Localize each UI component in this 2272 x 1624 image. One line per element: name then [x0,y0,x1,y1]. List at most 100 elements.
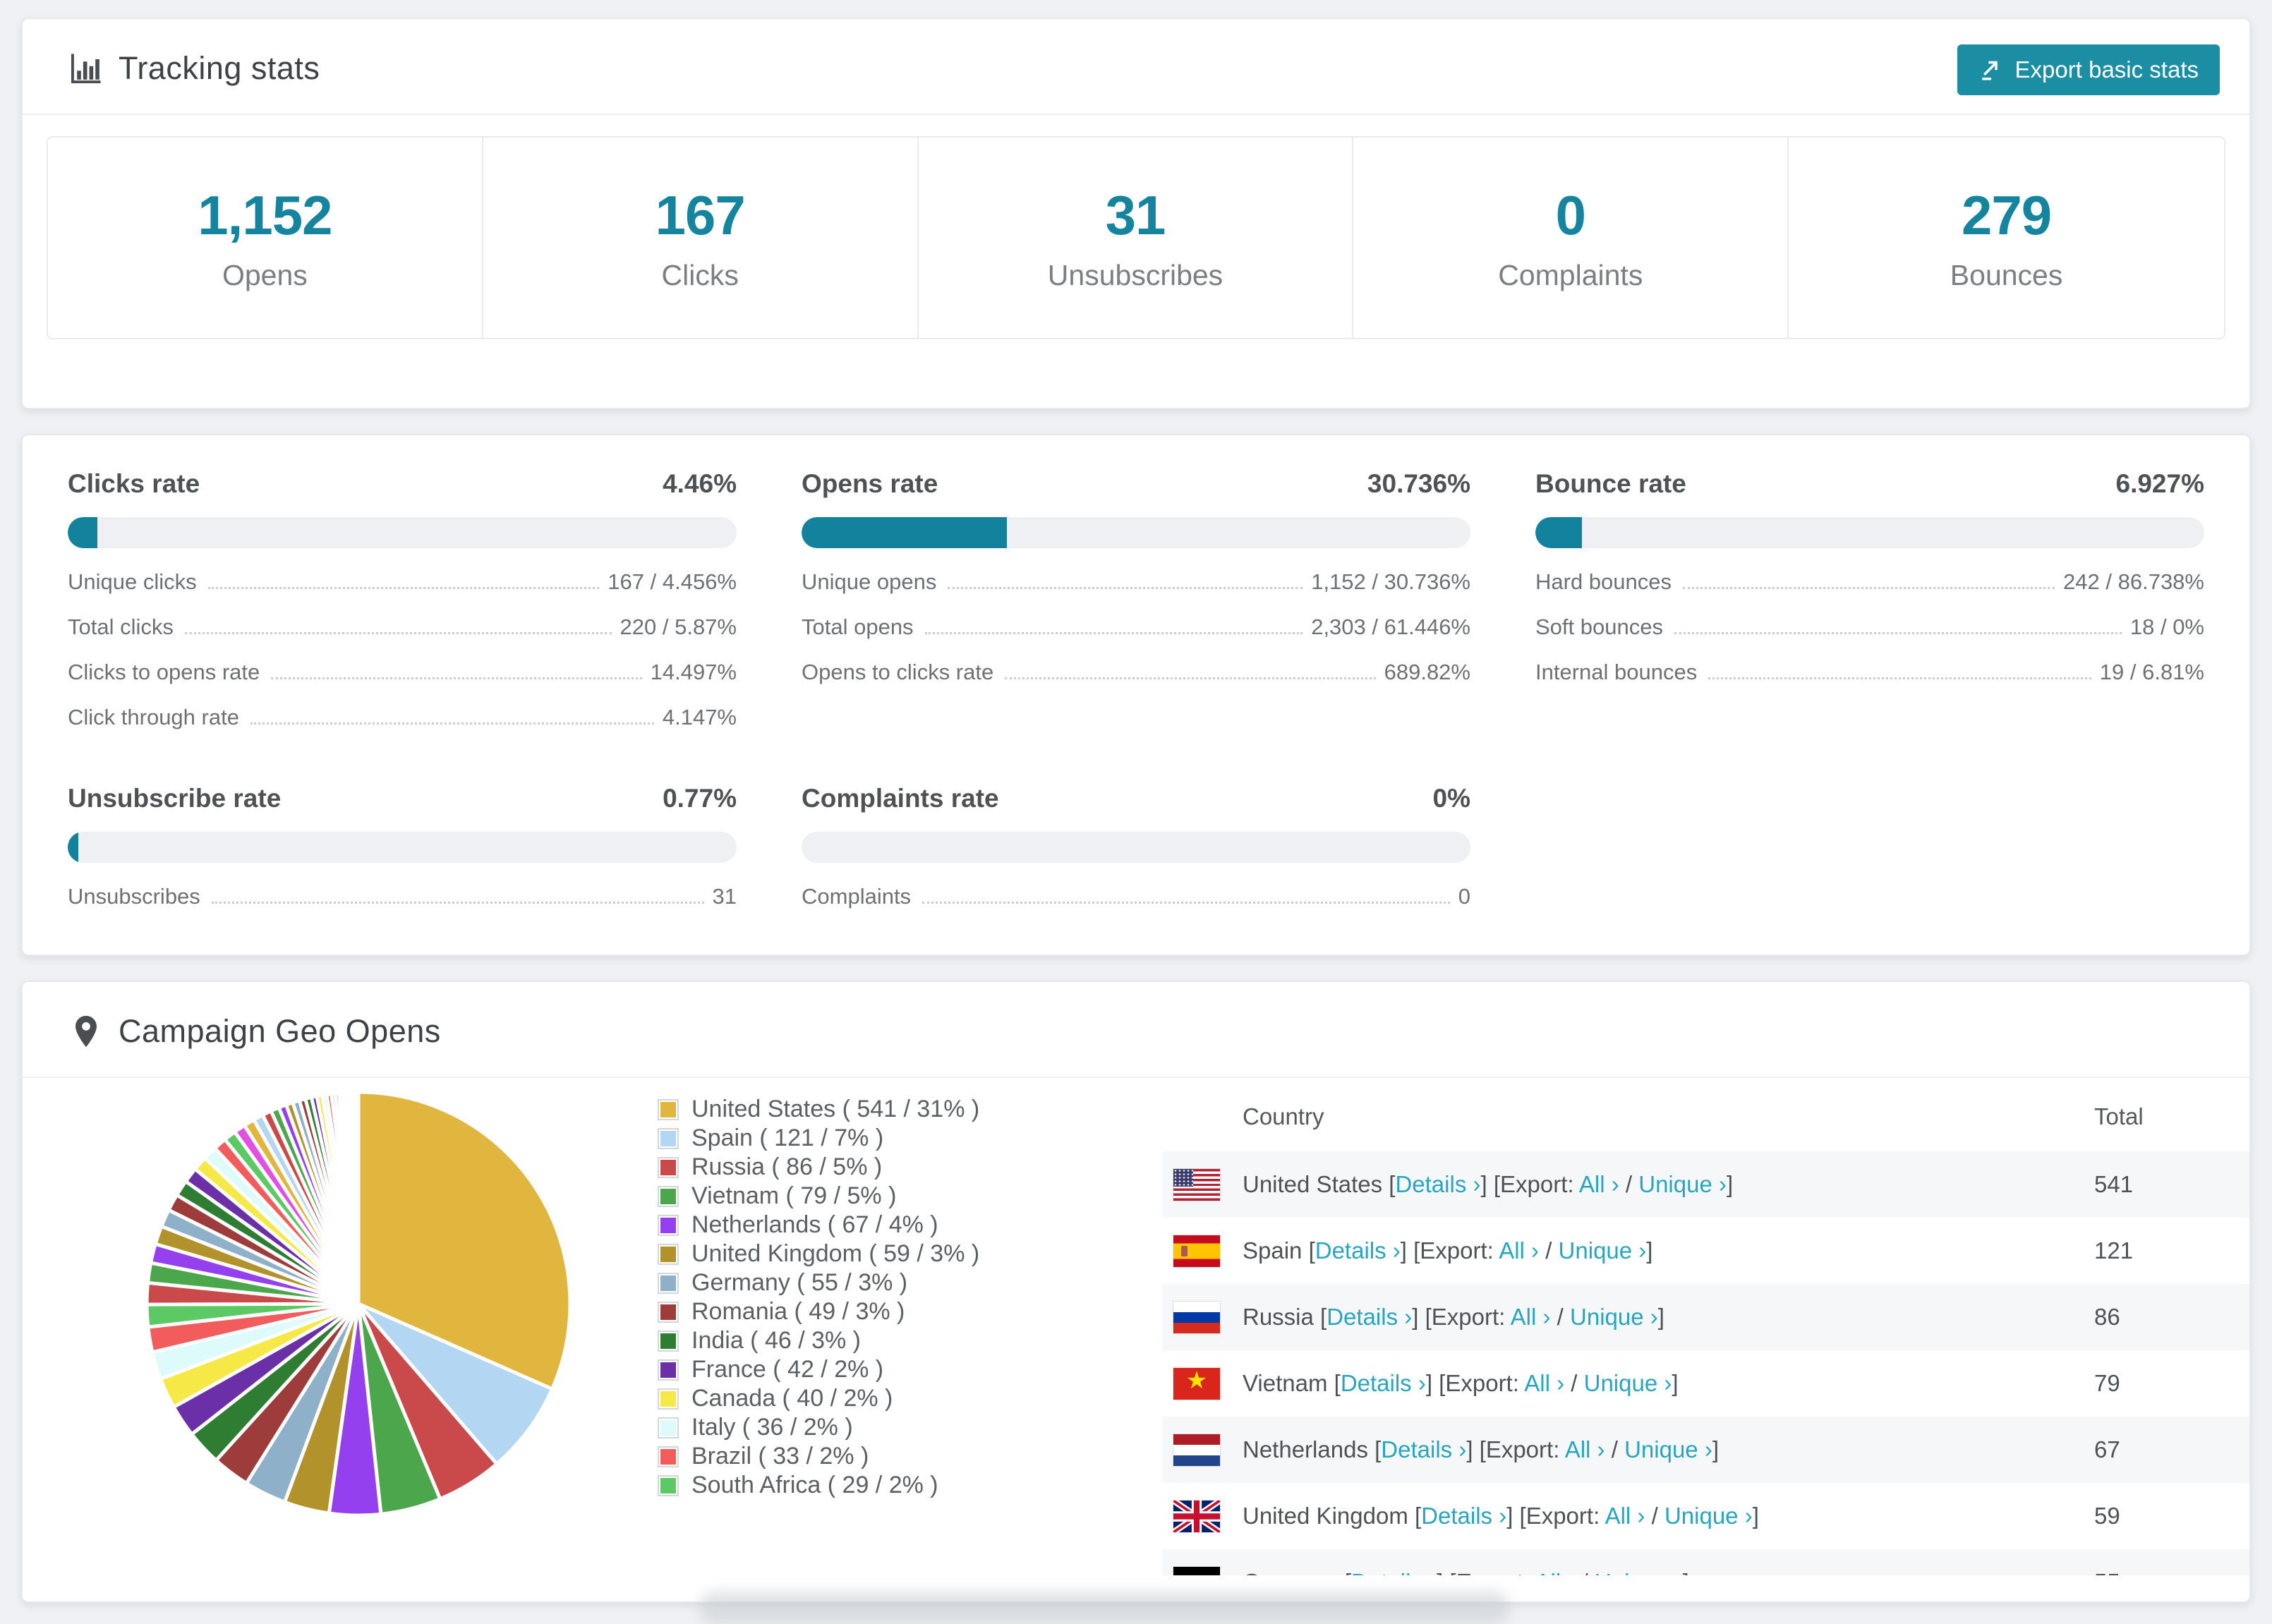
rate-head: Opens rate 30.736% [802,469,1470,499]
legend-swatch [658,1098,679,1120]
legend-item: Brazil ( 33 / 2% ) [658,1442,1141,1471]
export-all-link[interactable]: All › [1535,1569,1575,1575]
rate-value: 0% [1432,784,1470,813]
metric-label: Total clicks [68,614,174,639]
bracket: ] [1726,1171,1734,1197]
export-all-link[interactable]: All › [1524,1370,1564,1396]
tracking-stats-header: Tracking stats Export basic stats [23,19,2249,115]
rate-block-opens-rate: Opens rate 30.736% Unique opens 1,152 / 30.… [802,469,1470,740]
country-cell: United States [Details ›] [Export: All ›… [1243,1171,2093,1198]
legend-swatch [658,1301,679,1323]
metric-value: 167 / 4.456% [608,569,737,594]
country-cell: Vietnam [Details ›] [Export: All › / Uni… [1243,1370,2093,1397]
dotted-leader [1708,677,2091,679]
bracket: ] [1646,1237,1653,1264]
export-all-link[interactable]: All › [1605,1503,1645,1529]
export-unique-link[interactable]: Unique › [1559,1237,1647,1264]
rate-value: 0.77% [663,784,737,813]
details-link[interactable]: Details › [1351,1569,1437,1575]
vn-flag-icon: ★ [1173,1367,1220,1400]
dotted-leader [184,632,612,634]
country-name: Vietnam [1243,1370,1334,1396]
legend-item: United States ( 541 / 31% ) [658,1095,1141,1124]
geo-pie-chart[interactable] [23,1078,658,1522]
dotted-leader [948,587,1303,589]
vietnam-star: ★ [1185,1367,1208,1395]
export-all-link[interactable]: All › [1565,1436,1605,1462]
details-link[interactable]: Details › [1315,1237,1401,1264]
export-unique-link[interactable]: Unique › [1570,1304,1658,1330]
us-flag-icon [1173,1168,1220,1201]
horizontal-scrollbar[interactable] [699,1592,1510,1624]
legend-item: Netherlands ( 67 / 4% ) [658,1211,1141,1240]
stat-cell-bounces: 279 Bounces [1789,138,2224,338]
total-cell: 86 [2094,1304,2120,1330]
rate-title: Clicks rate [68,469,200,498]
details-link[interactable]: Details › [1395,1171,1480,1197]
geo-legend: United States ( 541 / 31% ) Spain ( 121 /… [658,1078,1141,1500]
export-all-link[interactable]: All › [1499,1237,1539,1264]
export-icon [1981,61,1998,80]
bracket: / [1645,1503,1664,1529]
geo-country-table: Country Total United States [Details ›] … [1162,1078,2249,1575]
metric-label: Unique clicks [68,569,197,594]
metric-value: 242 / 86.738% [2063,569,2204,594]
metric-row: Unsubscribes 31 [68,874,737,919]
dotted-leader [922,902,1450,904]
legend-item: Germany ( 55 / 3% ) [658,1268,1141,1297]
metric-row: Opens to clicks rate 689.82% [802,650,1470,695]
table-row-nl: Netherlands [Details ›] [Export: All › /… [1162,1417,2249,1483]
rate-title: Complaints rate [802,784,999,813]
bracket: ] [1657,1304,1664,1330]
export-all-link[interactable]: All › [1511,1304,1551,1330]
rate-head: Unsubscribe rate 0.77% [68,784,737,813]
legend-label: Russia ( 86 / 5% ) [691,1153,883,1180]
de-flag-icon [1173,1566,1220,1575]
stat-value: 279 [1962,184,2052,246]
metric-label: Unsubscribes [68,884,200,909]
bracket: / [1539,1237,1559,1264]
details-link[interactable]: Details › [1341,1370,1426,1396]
country-name: Russia [1243,1304,1321,1330]
details-link[interactable]: Details › [1421,1503,1506,1529]
stat-value: 167 [655,184,746,246]
legend-label: Canada ( 40 / 2% ) [691,1385,893,1412]
country-cell: Netherlands [Details ›] [Export: All › /… [1243,1436,2093,1463]
rate-head: Bounce rate 6.927% [1535,469,2204,499]
bracket: ] [Export: [1400,1237,1499,1264]
export-all-link[interactable]: All › [1579,1171,1619,1197]
country-cell: Germany [Details ›] [Export: All › / Uni… [1243,1569,2093,1575]
bracket: ] [1752,1503,1759,1529]
export-unique-link[interactable]: Unique › [1638,1171,1727,1197]
total-cell: 55 [2093,1569,2249,1575]
export-unique-link[interactable]: Unique › [1584,1370,1672,1396]
export-basic-stats-button[interactable]: Export basic stats [1957,44,2220,95]
country-name: Netherlands [1243,1436,1375,1462]
country-name: Spain [1243,1237,1309,1264]
legend-item: South Africa ( 29 / 2% ) [658,1471,1141,1500]
details-link[interactable]: Details › [1381,1436,1466,1462]
legend-item: United Kingdom ( 59 / 3% ) [658,1240,1141,1268]
stat-value: 1,152 [198,184,332,246]
metric-row: Total opens 2,303 / 61.446% [802,605,1470,650]
dotted-leader [1005,677,1376,679]
stat-label: Bounces [1950,259,2063,291]
metric-label: Total opens [802,614,914,639]
dotted-leader [271,677,642,679]
metric-value: 18 / 0% [2129,614,2204,639]
stat-cell-clicks: 167 Clicks [483,138,919,338]
bracket: ] [1672,1370,1679,1396]
details-link[interactable]: Details › [1327,1304,1412,1330]
export-unique-link[interactable]: Unique › [1664,1503,1753,1529]
bracket: [ [1308,1237,1315,1264]
metric-value: 689.82% [1384,660,1470,684]
legend-item: Canada ( 40 / 2% ) [658,1384,1141,1413]
table-row-us: United States [Details ›] [Export: All ›… [1162,1151,2249,1218]
export-unique-link[interactable]: Unique › [1595,1569,1683,1575]
rate-block-clicks-rate: Clicks rate 4.46% Unique clicks 167 / 4.456… [68,469,737,740]
rate-title: Unsubscribe rate [68,784,282,813]
campaign-geo-opens-title: Campaign Geo Opens [119,1013,441,1049]
metric-row: Total clicks 220 / 5.87% [68,605,737,650]
rates-grid: Clicks rate 4.46% Unique clicks 167 / 4.456… [23,435,2249,919]
export-unique-link[interactable]: Unique › [1624,1436,1712,1462]
